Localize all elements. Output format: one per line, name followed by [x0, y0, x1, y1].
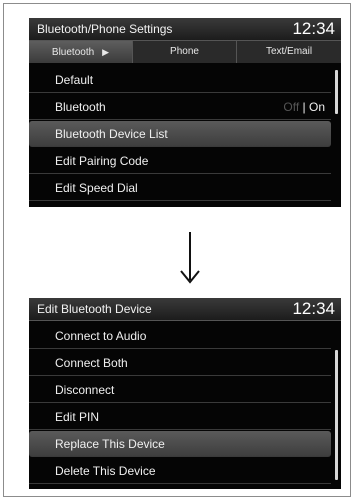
list-item-label: Replace This Device [55, 437, 165, 451]
list-item-label: Default [55, 73, 94, 87]
list-item-label: Disconnect [55, 383, 115, 397]
screen-title: Bluetooth/Phone Settings [37, 22, 173, 36]
list-item-label: Delete This Device [55, 464, 156, 478]
toggle-on-label: On [308, 100, 325, 114]
clock: 12:34 [292, 299, 335, 318]
tab-label: Phone [170, 46, 199, 57]
edit-bluetooth-device-screen: Edit Bluetooth Device 12:34 Connect to A… [29, 298, 341, 489]
scrollbar[interactable] [335, 350, 338, 480]
bluetooth-phone-settings-screen: Bluetooth/Phone Settings 12:34 Bluetooth… [29, 18, 341, 207]
list-item-label: Bluetooth Device List [55, 127, 168, 141]
toggle-separator: | [299, 100, 309, 114]
list-item-disconnect[interactable]: Disconnect [29, 377, 331, 403]
list-item-connect-both[interactable]: Connect Both [29, 350, 331, 376]
tab-text-email[interactable]: Text/Email [237, 41, 341, 63]
list-item-label: Edit Pairing Code [55, 154, 149, 168]
list-item-default[interactable]: Default [29, 67, 331, 93]
screen-title: Edit Bluetooth Device [37, 302, 152, 316]
list-item-edit-speed-dial[interactable]: Edit Speed Dial [29, 175, 331, 201]
list-item-edit-pin[interactable]: Edit PIN [29, 404, 331, 430]
list-item-label: Edit PIN [55, 410, 100, 424]
tab-label: Bluetooth [51, 47, 95, 58]
list-item-connect-to-audio[interactable]: Connect to Audio [29, 323, 331, 349]
toggle-off-label: Off [283, 100, 300, 114]
list-item-label: Edit Speed Dial [55, 181, 138, 195]
list-item-bluetooth-device-list[interactable]: Bluetooth Device List [29, 121, 331, 147]
play-arrow-icon: ▶ [102, 47, 110, 57]
scrollbar[interactable] [335, 70, 338, 114]
list-item-delete-this-device[interactable]: Delete This Device [29, 458, 331, 484]
tab-phone[interactable]: Phone [133, 41, 237, 63]
clock: 12:34 [292, 19, 335, 38]
title-bar: Bluetooth/Phone Settings 12:34 [29, 18, 341, 41]
bluetooth-toggle[interactable]: Off | On [283, 100, 325, 114]
tab-bar: Bluetooth ▶ Phone Text/Email [29, 41, 341, 63]
list-item-replace-this-device[interactable]: Replace This Device [29, 431, 331, 457]
list-item-label: Bluetooth [55, 100, 106, 114]
list-item-label: Connect Both [55, 356, 128, 370]
list-item-label: Connect to Audio [55, 329, 147, 343]
title-bar: Edit Bluetooth Device 12:34 [29, 298, 341, 321]
list-item-bluetooth[interactable]: Bluetooth Off | On [29, 94, 331, 120]
list-item-edit-pairing-code[interactable]: Edit Pairing Code [29, 148, 331, 174]
arrow-down-icon [180, 232, 200, 284]
tab-label: Text/Email [265, 46, 313, 57]
tab-bluetooth[interactable]: Bluetooth ▶ [29, 41, 133, 63]
